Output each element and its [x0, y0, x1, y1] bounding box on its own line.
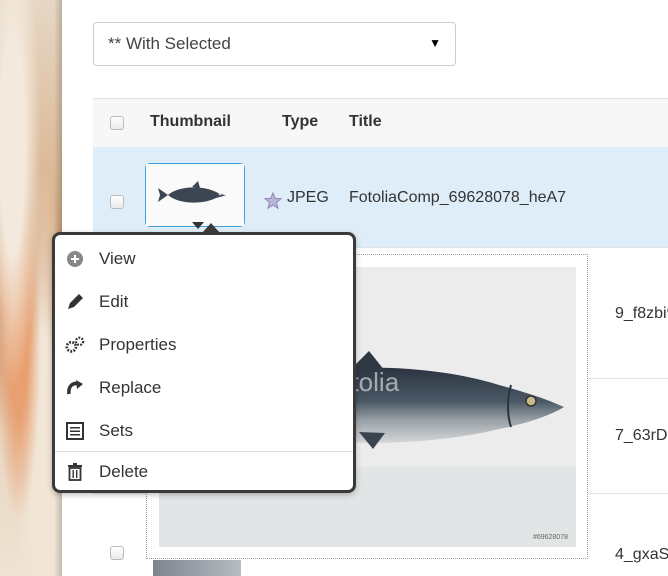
dropdown-caret-icon: ▼ — [429, 36, 441, 50]
pencil-icon — [68, 294, 83, 309]
plus-circle-icon — [67, 251, 83, 267]
table-header: Thumbnail Type Title — [93, 98, 668, 148]
star-icon[interactable] — [264, 192, 282, 210]
header-type: Type — [282, 113, 319, 130]
select-all-checkbox[interactable] — [110, 116, 124, 130]
redo-arrow-icon — [67, 380, 83, 395]
menu-item-properties[interactable]: Properties — [55, 325, 353, 365]
preview-image-id: #69628078 — [532, 534, 568, 541]
row-checkbox[interactable] — [110, 195, 124, 209]
menu-item-view[interactable]: View — [55, 239, 353, 279]
thumbnail-context-menu: View Edit Properties Replace Sets Delete — [52, 223, 356, 493]
thumbnail[interactable] — [145, 163, 245, 229]
menu-item-sets[interactable]: Sets — [55, 411, 353, 451]
tuna-thumbnail-image — [146, 164, 244, 226]
header-thumbnail: Thumbnail — [150, 113, 231, 130]
row-checkbox[interactable] — [110, 546, 124, 560]
menu-item-delete[interactable]: Delete — [55, 451, 353, 492]
thumbnail[interactable] — [153, 560, 241, 576]
menu-item-replace[interactable]: Replace — [55, 368, 353, 408]
row-title: 4_gxaS2 — [615, 546, 668, 563]
row-title: 7_63rDL — [615, 427, 668, 444]
with-selected-dropdown[interactable]: ** With Selected ▼ — [93, 22, 456, 66]
header-title: Title — [349, 113, 382, 130]
row-title: 9_f8zbi9 — [615, 305, 668, 322]
row-type: JPEG — [287, 189, 329, 206]
list-icon — [66, 422, 84, 440]
row-title: FotoliaComp_69628078_heA7 — [349, 189, 567, 206]
with-selected-value: ** With Selected — [108, 34, 231, 53]
menu-item-edit[interactable]: Edit — [55, 282, 353, 322]
trash-icon — [68, 463, 82, 481]
gears-icon — [65, 336, 85, 353]
